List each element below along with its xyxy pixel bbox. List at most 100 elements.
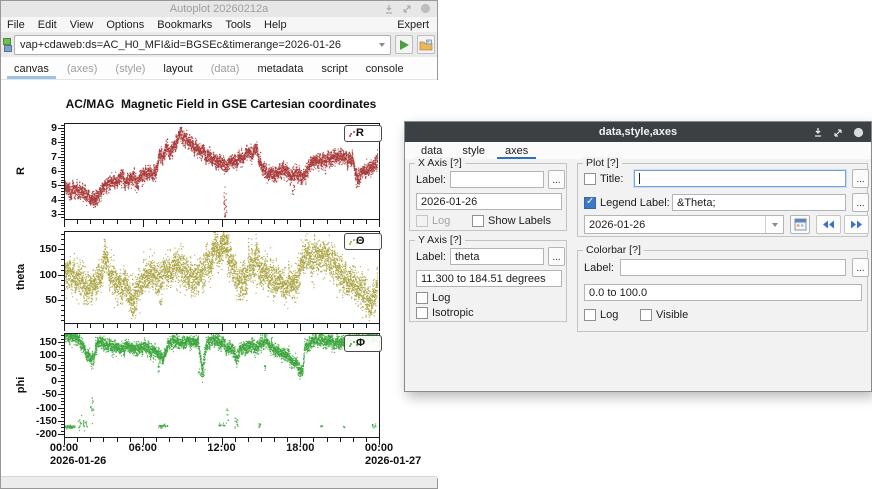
legend-box[interactable]: R [344,125,382,142]
plot-timerange-combobox[interactable]: 2026-01-26 [584,215,784,234]
chevron-down-icon[interactable] [765,216,783,233]
rewind-icon [822,220,835,229]
uri-combobox[interactable]: vap+cdaweb:ds=AC_H0_MFI&id=BGSEc&timeran… [14,35,391,55]
inspect-uri-button[interactable] [417,35,435,54]
colorbar-log-label: Log [600,309,618,321]
y-axis-group: Y Axis [?] Label: theta ... 11.300 to 18… [409,240,567,322]
y-tick-label: 50 [19,362,57,374]
x-axis-log-label: Log [432,215,450,227]
y-axis-label-more-button[interactable]: ... [548,247,565,266]
go-button[interactable] [395,35,413,54]
menu-help[interactable]: Help [264,19,287,31]
plot-timerange-value: 2026-01-26 [585,219,765,231]
maximize-icon[interactable] [833,125,843,143]
x-axis-group: X Axis [?] Label: ... 2026-01-26 Log Sho… [409,163,567,231]
tab-style[interactable]: (style) [106,59,154,79]
y-tick-label: 3 [19,208,57,220]
dialog-titlebar[interactable]: data,style,axes [405,122,871,142]
x-tick-label: 06:00 [121,442,165,454]
tab-metadata[interactable]: metadata [248,59,312,79]
x-axis-label-field[interactable] [450,171,544,188]
y-tick-label: -100 [19,402,57,414]
dialog-data-style-axes: data,style,axes data style axes X Axis [… [404,121,872,392]
main-window-titlebar[interactable]: Autoplot 20260212a [1,1,437,18]
calendar-button[interactable] [790,215,810,234]
y-tick-label: 5 [19,179,57,191]
plot-title: AC/MAG Magnetic Field in GSE Cartesian c… [31,97,411,111]
y-axis-title: R [15,167,27,175]
y-axis-range-field[interactable]: 11.300 to 184.51 degrees [416,270,562,287]
y-tick-label: 8 [19,136,57,148]
menu-bookmarks[interactable]: Bookmarks [157,19,212,31]
menu-file[interactable]: File [7,19,25,31]
pin-icon[interactable] [384,4,394,14]
y-axis-label-field[interactable]: theta [450,248,544,265]
x-axis-group-label: X Axis [?] [415,157,465,169]
y-axis-isotropic-checkbox[interactable] [416,307,428,319]
y-tick-label: 7 [19,151,57,163]
plot-legend-more-button[interactable]: ... [852,193,869,212]
colorbar-label-more-button[interactable]: ... [852,258,869,277]
y-axis-isotropic-label: Isotropic [432,307,474,319]
tab-console[interactable]: console [357,59,413,79]
menu-options[interactable]: Options [106,19,144,31]
menu-tools[interactable]: Tools [225,19,251,31]
pin-icon[interactable] [813,125,823,143]
y-tick-label: 50 [19,294,57,306]
expert-menu[interactable]: Expert [397,19,429,31]
tab-data[interactable]: (data) [202,59,249,79]
colorbar-log-checkbox[interactable] [584,309,596,321]
y-axis-group-label: Y Axis [?] [415,234,465,246]
x-axis-show-labels-checkbox[interactable] [472,215,484,227]
plot-legend-field[interactable]: &Theta; [672,194,846,211]
x-axis-range-field[interactable]: 2026-01-26 [416,193,562,210]
plot-title-checkbox[interactable] [584,173,596,185]
colorbar-label-caption: Label: [584,262,614,274]
next-interval-button[interactable] [844,215,869,234]
plot-title-more-button[interactable]: ... [852,169,869,188]
y-tick-label: -150 [19,415,57,427]
menu-view[interactable]: View [70,19,94,31]
colorbar-group: Colorbar [?] Label: ... 0.0 to 100.0 Log… [577,250,868,332]
x-axis-date-right: 2026-01-27 [365,455,421,467]
x-axis-show-labels-label: Show Labels [488,215,551,227]
previous-interval-button[interactable] [816,215,841,234]
legend-box[interactable]: Φ [344,335,382,352]
plot-group-label: Plot [?] [583,157,622,169]
close-icon[interactable] [853,125,864,143]
fast-forward-icon [850,220,863,229]
close-icon[interactable] [420,3,431,14]
colorbar-range-field[interactable]: 0.0 to 100.0 [584,284,862,301]
datasource-icon [3,38,12,52]
y-axis-title: phi [15,377,27,394]
x-tick-label: 18:00 [278,442,322,454]
tab-canvas[interactable]: canvas [5,59,58,79]
maximize-icon[interactable] [402,4,412,14]
legend-box[interactable]: Θ [344,233,382,250]
dialog-title: data,style,axes [599,126,677,138]
colorbar-visible-checkbox[interactable] [640,309,652,321]
dialog-body: X Axis [?] Label: ... 2026-01-26 Log Sho… [405,159,871,391]
colorbar-label-field[interactable] [620,259,846,276]
y-axis-log-label: Log [432,292,450,304]
plot-legend-label: Legend Label: [600,197,670,209]
x-tick-label: 12:00 [200,442,244,454]
chevron-down-icon[interactable] [376,39,388,51]
plot-legend-checkbox[interactable] [584,197,596,209]
play-icon [400,40,409,50]
tab-layout[interactable]: layout [154,59,201,79]
x-axis-label-caption: Label: [416,174,446,186]
x-axis-log-checkbox[interactable] [416,215,428,227]
legend-marker-icon [350,133,352,135]
tab-axes[interactable]: (axes) [58,59,107,79]
plot-title-field[interactable] [634,170,846,187]
y-axis-log-checkbox[interactable] [416,292,428,304]
uri-text[interactable]: vap+cdaweb:ds=AC_H0_MFI&id=BGSEc&timeran… [20,39,376,51]
y-axis-title: theta [15,264,27,290]
tab-script[interactable]: script [312,59,356,79]
y-tick-label: 9 [19,122,57,134]
y-tick-label: -200 [19,428,57,440]
x-axis-label-more-button[interactable]: ... [548,170,565,189]
menu-edit[interactable]: Edit [38,19,57,31]
tab-axes[interactable]: axes [495,143,538,159]
